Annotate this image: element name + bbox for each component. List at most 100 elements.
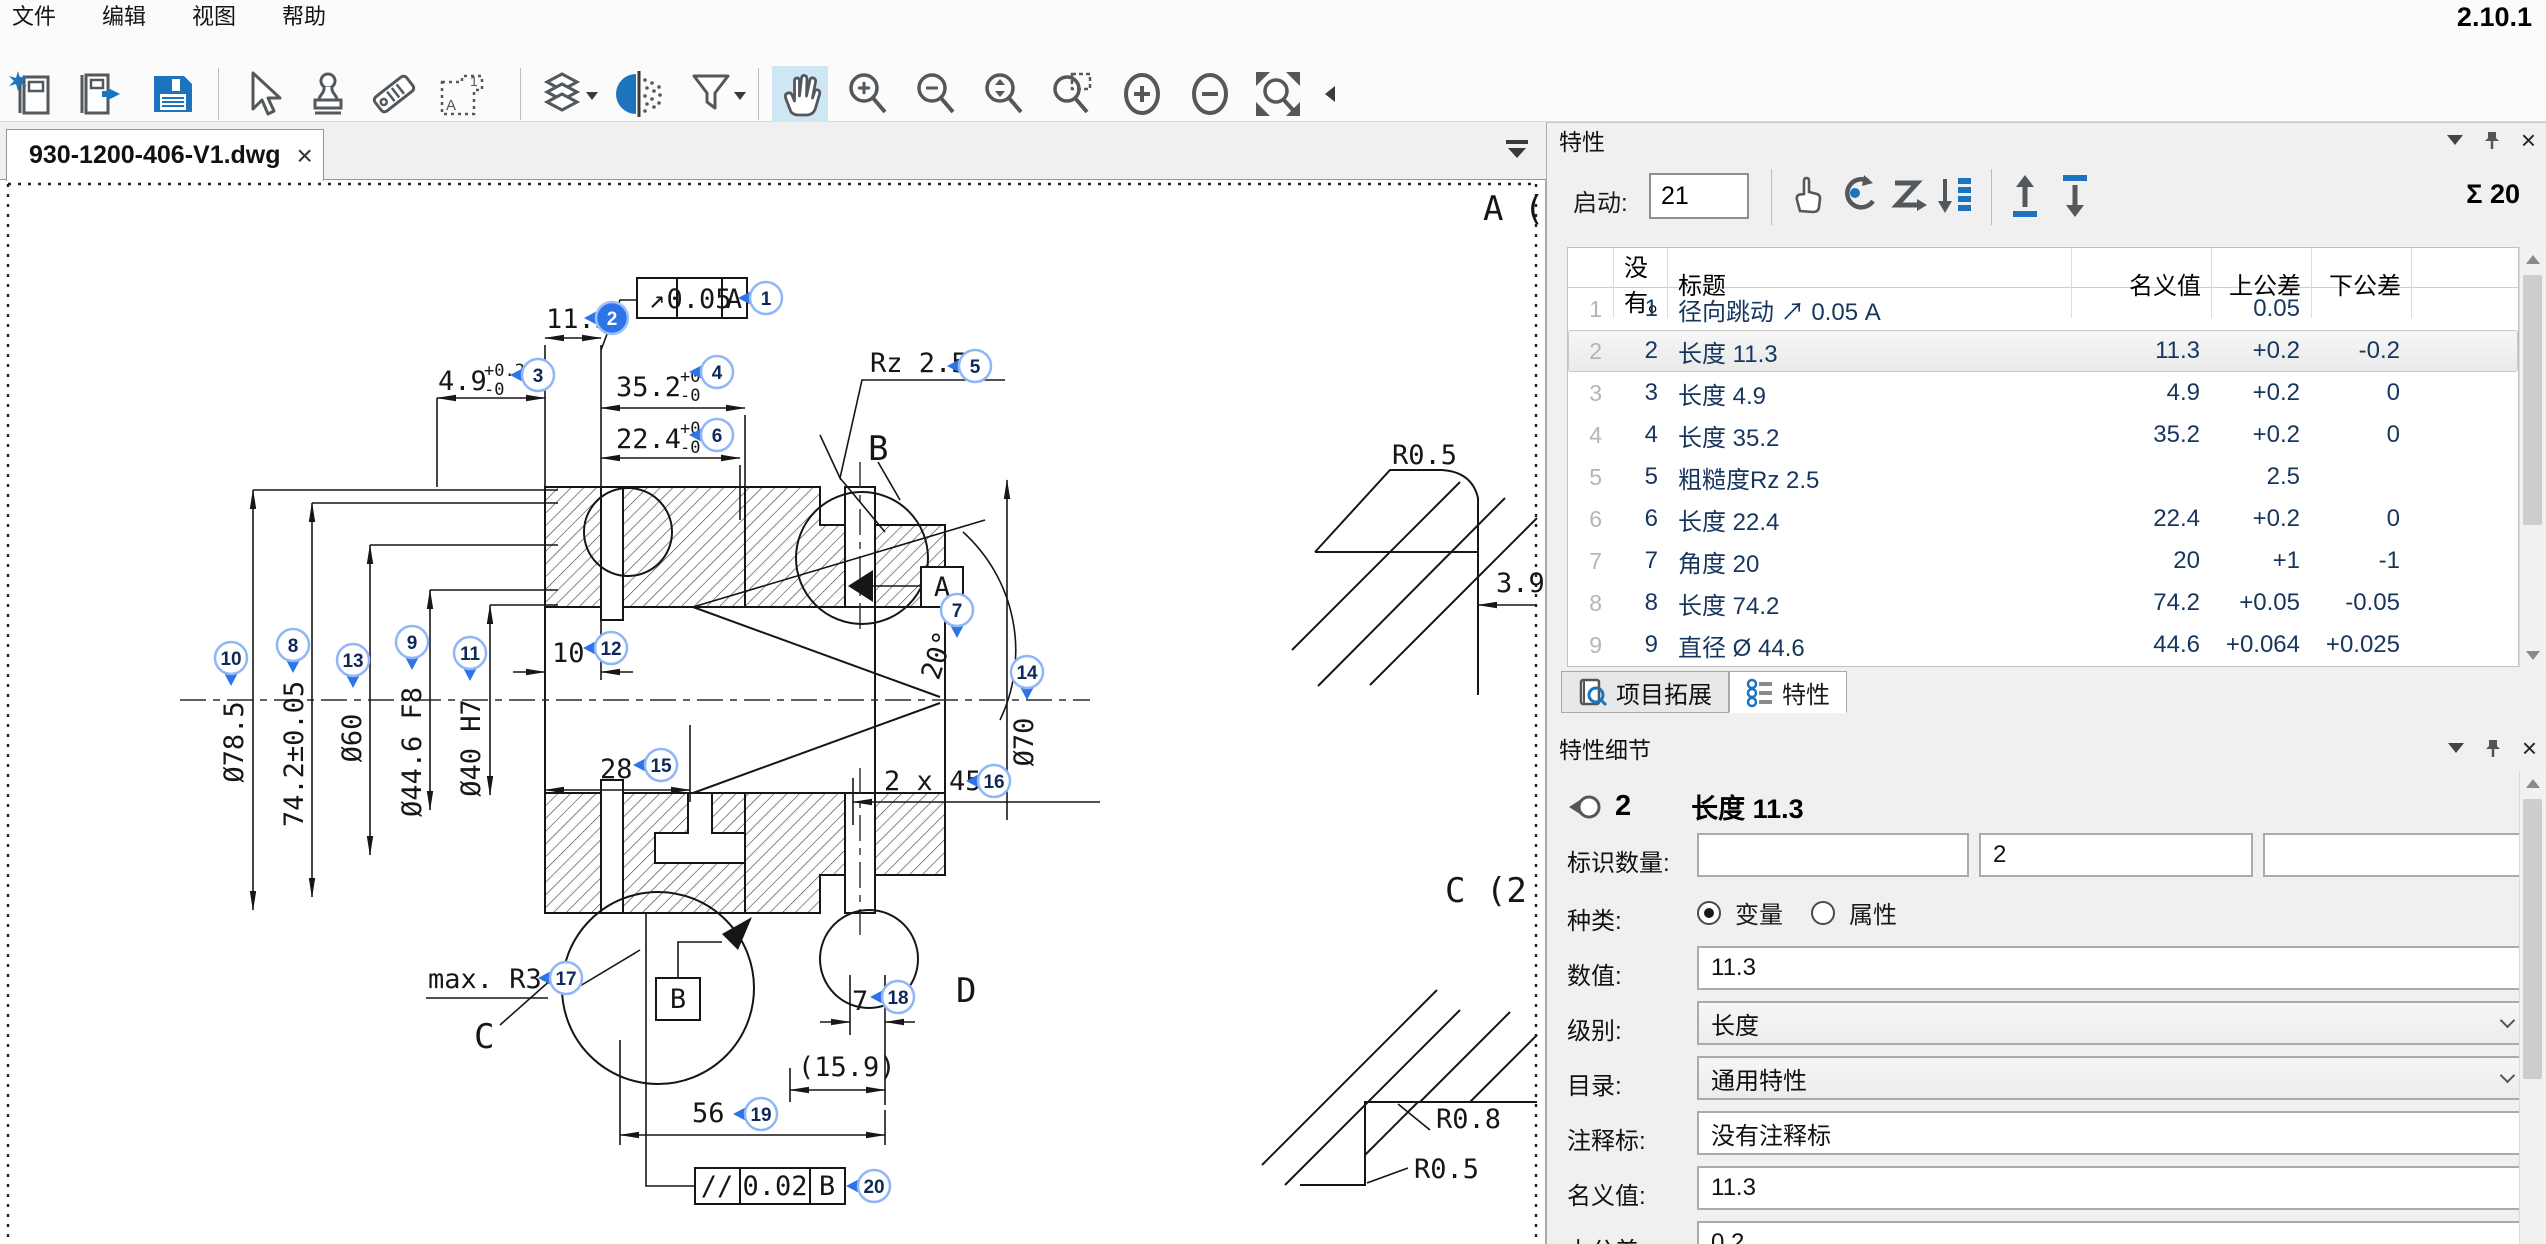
details-scrollbar[interactable]: [2519, 771, 2545, 1244]
scroll-down-icon[interactable]: [2526, 651, 2540, 660]
menu-view[interactable]: 视图: [192, 0, 236, 31]
menu-edit[interactable]: 编辑: [102, 0, 146, 31]
toolbar-separator: [520, 68, 521, 120]
balloon-17[interactable]: 17: [538, 962, 582, 994]
drawing-canvas[interactable]: 11.3 4.9 +0.2 -0 35.2 +0.2 -0 Rz 2.5 22.…: [0, 180, 1546, 1244]
id-count-input-3[interactable]: [2263, 833, 2531, 877]
open-document-icon[interactable]: [72, 66, 128, 122]
tab-characteristics[interactable]: 特性: [1729, 671, 1847, 713]
layers-icon[interactable]: [536, 66, 602, 122]
svg-text:-0: -0: [680, 386, 700, 406]
table-row[interactable]: 44长度 35.235.2+0.20: [1568, 414, 2518, 456]
decrease-icon[interactable]: [1182, 66, 1238, 122]
tab-project-expand[interactable]: 项目拓展: [1561, 671, 1729, 713]
panel-menu-icon[interactable]: [2447, 135, 2463, 145]
upper-tol-input[interactable]: 0.2: [1697, 1221, 2531, 1244]
id-count-input-2[interactable]: 2: [1979, 833, 2253, 877]
id-count-label: 标识数量:: [1567, 843, 1670, 878]
table-row[interactable]: 99直径 Ø 44.644.6+0.064+0.025: [1568, 624, 2518, 666]
balloon-13[interactable]: 13: [337, 644, 369, 688]
balloon-12[interactable]: 12: [583, 632, 627, 664]
select-cursor-icon[interactable]: [234, 66, 290, 122]
new-document-icon[interactable]: [6, 66, 62, 122]
panel-close-icon[interactable]: ×: [2522, 735, 2537, 761]
table-row[interactable]: 77角度 2020+1-1: [1568, 540, 2518, 582]
table-row[interactable]: 88长度 74.274.2+0.05-0.05: [1568, 582, 2518, 624]
balloon-region-icon[interactable]: 1A: [434, 66, 490, 122]
toolbar-collapse-icon[interactable]: [1318, 66, 1344, 122]
balloon-19[interactable]: 19: [733, 1098, 777, 1130]
dim-15-9: (15.9): [798, 1052, 896, 1083]
class-dropdown[interactable]: 长度: [1697, 1001, 2531, 1045]
scroll-up-icon[interactable]: [2526, 255, 2540, 264]
tab-close-icon[interactable]: ×: [297, 142, 313, 170]
value-input[interactable]: 11.3: [1697, 946, 2531, 990]
scrollbar-thumb[interactable]: [2523, 275, 2542, 525]
detail-view-a: A ( R0.5 3.9: [1292, 189, 1545, 695]
pan-hand-icon[interactable]: [772, 66, 828, 122]
filter-icon[interactable]: [686, 66, 748, 122]
panel-menu-icon[interactable]: [2448, 743, 2464, 753]
zoom-selection-icon[interactable]: [976, 66, 1032, 122]
tag-icon[interactable]: [366, 66, 422, 122]
document-tab[interactable]: 930-1200-406-V1.dwg ×: [6, 129, 324, 181]
balloon-11[interactable]: 11: [454, 637, 486, 681]
pick-pointer-icon[interactable]: [1785, 171, 1833, 223]
dim-74-2: 74.2±0.05: [279, 681, 310, 827]
catalog-dropdown[interactable]: 通用特性: [1697, 1056, 2531, 1100]
document-tabbar: 930-1200-406-V1.dwg ×: [0, 122, 1546, 180]
pin-icon[interactable]: [2484, 738, 2502, 758]
start-label: 启动:: [1573, 183, 1628, 218]
view-label-b: B: [868, 429, 888, 469]
dim-28: 28: [600, 754, 633, 785]
rotate-icon[interactable]: [1835, 171, 1883, 223]
zoom-window-icon[interactable]: [1044, 66, 1100, 122]
fcf-runout-symbol: ↗: [649, 284, 665, 315]
stamp-icon[interactable]: [300, 66, 356, 122]
zoom-out-icon[interactable]: [908, 66, 964, 122]
move-top-icon[interactable]: [2005, 171, 2053, 223]
scrollbar-thumb[interactable]: [2523, 799, 2542, 1079]
scroll-up-icon[interactable]: [2526, 779, 2540, 788]
table-row-selected[interactable]: 22长度 11.311.3+0.2-0.2: [1568, 330, 2518, 372]
radio-attribute[interactable]: [1811, 901, 1835, 925]
balloon-15[interactable]: 15: [633, 749, 677, 781]
pin-icon[interactable]: [2483, 130, 2501, 150]
menu-file[interactable]: 文件: [12, 0, 56, 31]
start-input[interactable]: [1649, 173, 1749, 219]
table-row[interactable]: 66长度 22.422.4+0.20: [1568, 498, 2518, 540]
dim-10: 10: [552, 638, 585, 669]
right-panels: 特性 × 启动:: [1546, 122, 2546, 1244]
save-icon[interactable]: [144, 66, 200, 122]
sort-list-icon[interactable]: [1933, 171, 1981, 223]
document-tab-label: 930-1200-406-V1.dwg: [29, 141, 281, 170]
zoom-fit-icon[interactable]: [1250, 66, 1306, 122]
panel-close-icon[interactable]: ×: [2521, 127, 2536, 153]
balloon-8[interactable]: 8: [277, 629, 309, 673]
balloon-20[interactable]: 20: [846, 1170, 890, 1202]
balloon-14[interactable]: 14: [1011, 656, 1043, 700]
mirror-compare-icon[interactable]: [612, 66, 668, 122]
note-input[interactable]: 没有注释标: [1697, 1111, 2531, 1155]
detail-view-c: C (2 R0.8 R0.5: [1262, 871, 1537, 1185]
zoom-in-icon[interactable]: [840, 66, 896, 122]
table-scrollbar[interactable]: [2519, 247, 2545, 667]
table-row[interactable]: 33长度 4.94.9+0.20: [1568, 372, 2518, 414]
svg-text:1: 1: [470, 73, 478, 89]
svg-text:1: 1: [761, 289, 772, 310]
svg-text:16: 16: [983, 772, 1004, 793]
fcf-runout-tol: 0.05: [666, 284, 731, 315]
z-order-icon[interactable]: [1885, 171, 1933, 223]
svg-text:7: 7: [952, 601, 963, 622]
tab-list-icon[interactable]: [1502, 136, 1532, 162]
balloon-9[interactable]: 9: [396, 626, 428, 670]
id-count-input-1[interactable]: [1697, 833, 1969, 877]
properties-panel-title: 特性: [1553, 123, 1605, 157]
menu-help[interactable]: 帮助: [282, 0, 326, 31]
increase-icon[interactable]: [1114, 66, 1170, 122]
nominal-input[interactable]: 11.3: [1697, 1166, 2531, 1210]
move-bottom-icon[interactable]: [2055, 171, 2103, 223]
balloon-10[interactable]: 10: [215, 642, 247, 686]
radio-variable[interactable]: [1697, 901, 1721, 925]
table-row[interactable]: 55粗糙度Rz 2.52.5: [1568, 456, 2518, 498]
